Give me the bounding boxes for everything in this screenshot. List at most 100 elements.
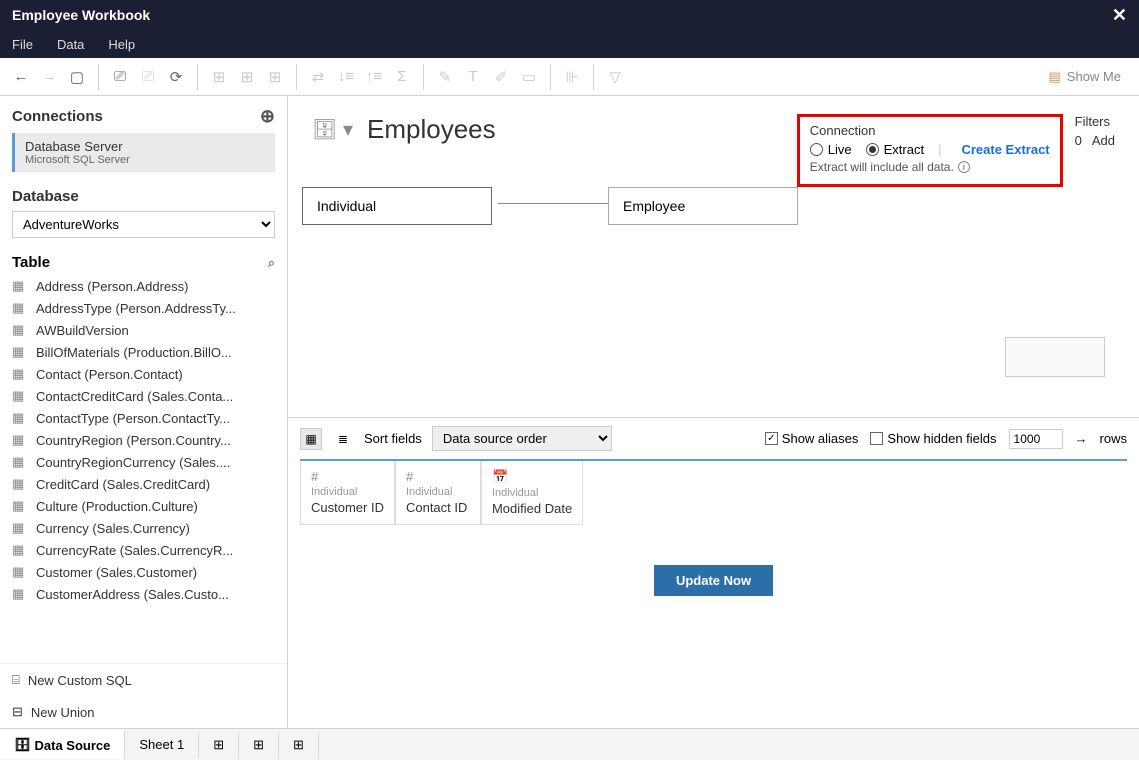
showme-icon: ▤	[1049, 69, 1061, 85]
table-item[interactable]: ▦AddressType (Person.AddressTy...	[6, 297, 281, 319]
grid-column[interactable]: #IndividualCustomer ID	[300, 461, 395, 525]
swap-icon: ⇄	[305, 64, 331, 90]
filters-add[interactable]: Add	[1092, 133, 1115, 148]
format-icon: ✐	[488, 64, 514, 90]
rows-input[interactable]	[1009, 429, 1063, 449]
back-icon[interactable]: ←	[8, 64, 34, 90]
show-aliases-checkbox[interactable]: ✓Show aliases	[765, 431, 859, 446]
table-item[interactable]: ▦Culture (Production.Culture)	[6, 495, 281, 517]
table-item[interactable]: ▦Customer (Sales.Customer)	[6, 561, 281, 583]
sql-icon: ⌸	[12, 672, 20, 688]
table-icon: ▦	[12, 344, 28, 360]
connection-item[interactable]: Database Server Microsoft SQL Server	[12, 133, 275, 172]
highlight-icon: ✎	[432, 64, 458, 90]
table-item[interactable]: ▦AWBuildVersion	[6, 319, 281, 341]
union-icon: ⊟	[12, 704, 23, 720]
database-select[interactable]: AdventureWorks	[12, 211, 275, 238]
window-title: Employee Workbook	[12, 7, 150, 23]
table-item[interactable]: ▦CreditCard (Sales.CreditCard)	[6, 473, 281, 495]
save-icon[interactable]: ▢	[64, 64, 90, 90]
grid-column[interactable]: #IndividualContact ID	[395, 461, 481, 525]
table-icon: ▦	[12, 520, 28, 536]
new-union[interactable]: ⊟ New Union	[0, 696, 287, 728]
table-icon: ▦	[12, 410, 28, 426]
forward-icon[interactable]: →	[36, 64, 62, 90]
table-item[interactable]: ▦CountryRegion (Person.Country...	[6, 429, 281, 451]
table-box-employee[interactable]: Employee	[608, 187, 798, 225]
menu-file[interactable]: File	[12, 37, 33, 52]
info-icon[interactable]: i	[958, 161, 970, 173]
presentation-icon: ▽	[602, 64, 628, 90]
rows-arrow-icon[interactable]: →	[1075, 431, 1088, 446]
new-worksheet-icon[interactable]: ⊞	[199, 731, 239, 759]
table-icon: ▦	[12, 454, 28, 470]
database-label: Database	[12, 188, 79, 205]
connection-name: Database Server	[25, 139, 265, 154]
table-icon: ▦	[12, 388, 28, 404]
duplicate-icon: ⊞	[234, 64, 260, 90]
add-connection-icon[interactable]: ⊕	[260, 106, 275, 127]
list-view-icon[interactable]: ≣	[332, 428, 354, 450]
table-icon: ▦	[12, 366, 28, 382]
sort-desc-icon: ↑≡	[361, 64, 387, 90]
table-icon: ▦	[12, 586, 28, 602]
table-icon: ▦	[12, 476, 28, 492]
datasource-title[interactable]: Employees	[367, 114, 496, 145]
fit-icon: ▭	[516, 64, 542, 90]
totals-icon: Σ	[389, 64, 415, 90]
datasource-icon: 🗄 ▾	[312, 117, 353, 142]
table-item[interactable]: ▦ContactCreditCard (Sales.Conta...	[6, 385, 281, 407]
table-item[interactable]: ▦BillOfMaterials (Production.BillO...	[6, 341, 281, 363]
table-label: Table	[12, 254, 50, 271]
filters-count: 0	[1075, 133, 1082, 148]
tab-data-source[interactable]: 🗄 Data Source	[0, 729, 125, 759]
grid-view-icon[interactable]: ▦	[300, 428, 322, 450]
table-icon: ▦	[12, 322, 28, 338]
refresh-icon[interactable]: ⟳	[163, 64, 189, 90]
search-icon[interactable]: ⌕	[268, 255, 275, 271]
clear-icon: ⊞	[262, 64, 288, 90]
new-custom-sql[interactable]: ⌸ New Custom SQL	[0, 664, 287, 696]
new-story-icon[interactable]: ⊞	[279, 731, 319, 759]
table-item[interactable]: ▦Contact (Person.Contact)	[6, 363, 281, 385]
connection-label: Connection	[810, 123, 1050, 138]
table-box-individual[interactable]: Individual	[302, 187, 492, 225]
table-item[interactable]: ▦CurrencyRate (Sales.CurrencyR...	[6, 539, 281, 561]
menu-data[interactable]: Data	[57, 37, 84, 52]
table-item[interactable]: ▦CustomerAddress (Sales.Custo...	[6, 583, 281, 605]
new-dashboard-icon[interactable]: ⊞	[239, 731, 279, 759]
table-item[interactable]: ▦Address (Person.Address)	[6, 275, 281, 297]
text-icon: T	[460, 64, 486, 90]
radio-extract[interactable]: Extract	[866, 142, 924, 157]
join-line[interactable]	[498, 203, 608, 204]
show-me-button[interactable]: ▤ Show Me	[1039, 69, 1132, 85]
sort-label: Sort fields	[364, 431, 422, 446]
update-now-button[interactable]: Update Now	[654, 565, 773, 596]
new-datasource-icon[interactable]: ⎚	[107, 64, 133, 90]
datasource-tab-icon: 🗄	[14, 737, 31, 753]
pause-icon[interactable]: ⎚	[135, 64, 161, 90]
chart-icon: ⊪	[559, 64, 585, 90]
tab-sheet1[interactable]: Sheet 1	[125, 731, 199, 758]
rows-label: rows	[1100, 431, 1127, 446]
table-item[interactable]: ▦CountryRegionCurrency (Sales....	[6, 451, 281, 473]
connection-panel: Connection Live Extract | Create Extract…	[797, 114, 1063, 187]
table-icon: ▦	[12, 432, 28, 448]
filters-label: Filters	[1075, 114, 1115, 129]
table-icon: ▦	[12, 542, 28, 558]
sort-asc-icon: ↓≡	[333, 64, 359, 90]
menu-help[interactable]: Help	[108, 37, 135, 52]
table-item[interactable]: ▦Currency (Sales.Currency)	[6, 517, 281, 539]
create-extract-link[interactable]: Create Extract	[961, 142, 1049, 157]
drop-target[interactable]	[1005, 337, 1105, 377]
radio-live[interactable]: Live	[810, 142, 852, 157]
connection-type: Microsoft SQL Server	[25, 154, 265, 166]
table-icon: ▦	[12, 300, 28, 316]
show-hidden-checkbox[interactable]: Show hidden fields	[870, 431, 996, 446]
extract-note: Extract will include all data.	[810, 160, 954, 174]
table-icon: ▦	[12, 498, 28, 514]
sort-select[interactable]: Data source order	[432, 426, 612, 451]
close-icon[interactable]: ✕	[1112, 5, 1127, 26]
table-item[interactable]: ▦ContactType (Person.ContactTy...	[6, 407, 281, 429]
grid-column[interactable]: 📅IndividualModified Date	[481, 461, 583, 525]
